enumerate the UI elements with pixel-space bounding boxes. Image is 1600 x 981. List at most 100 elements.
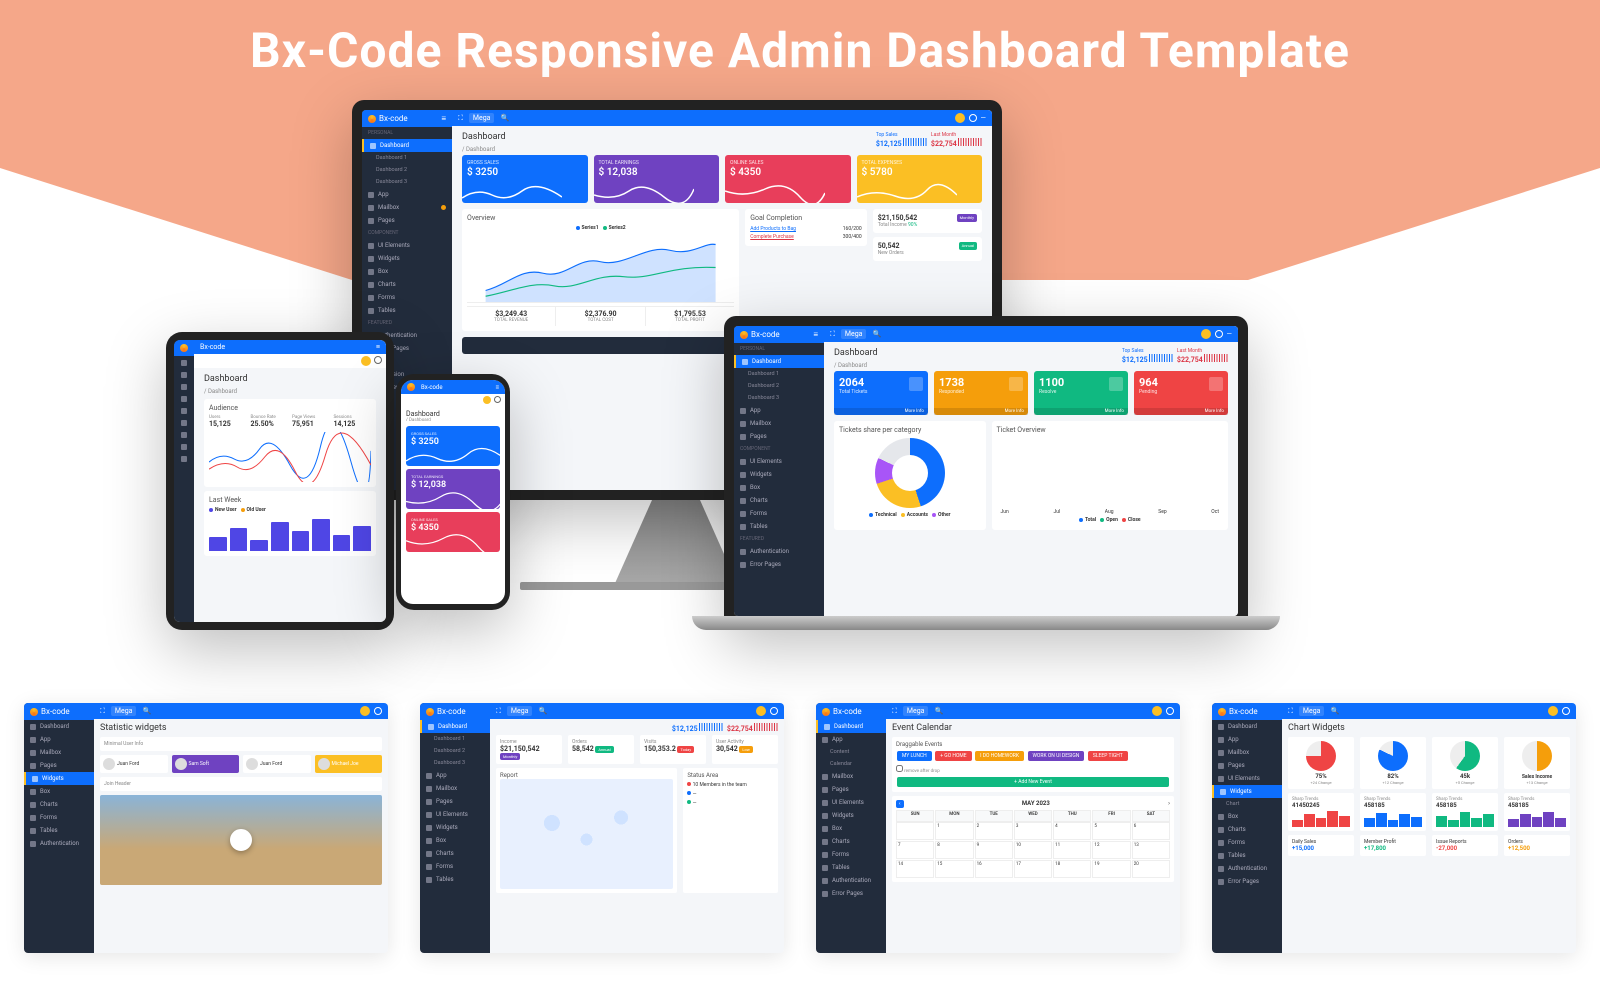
bar-chart [997,437,1223,507]
nav-section-personal: PERSONAL [362,127,452,139]
event-tag[interactable]: I DO HOMEWORK [975,751,1024,761]
add-event-button[interactable]: + Add New Event [897,777,1169,787]
nav-dash2[interactable]: Dashboard 2 [362,164,452,176]
form-icon [368,295,374,301]
card-exp[interactable]: TOTAL EXPENSES$ 5780 [857,155,983,203]
brand-text: Bx-code [379,114,408,123]
tix-resolve[interactable]: 1100ResolveMore Info [1034,371,1128,415]
search-icon[interactable]: 🔍 [1330,707,1339,715]
laptop-device: Bx-code≡ PERSONAL Dashboard Dashboard 1 … [724,316,1248,626]
nav-forms[interactable]: Forms [362,291,452,304]
brand-logo-icon [368,115,376,123]
brand[interactable]: Bx-code ≡ [362,110,452,127]
radial-row: 75%+24 Change 82%+12 Change 45k+5 Change… [1288,737,1570,793]
event-tag[interactable]: SLEEP TIGHT [1088,751,1128,761]
remove-checkbox[interactable] [896,765,903,772]
event-tag[interactable]: WORK ON UI DESIGN [1028,751,1085,761]
world-map[interactable] [500,779,673,889]
overview-chart [467,233,734,303]
minimize-icon[interactable]: — [981,114,986,122]
income-panel: $21,150,542Monthly Total Income 90% [873,209,982,233]
dashboard2-ui: Bx-code≡ PERSONAL Dashboard Dashboard 1 … [734,326,1238,616]
overview-panel: Overview Series1Series2 $3,249.43TOTAL R… [462,209,739,331]
search-icon[interactable]: 🔍 [934,707,943,715]
donut-legend: TechnicalAccountsOther [839,512,981,518]
badge-dot [441,205,446,210]
annual-badge[interactable]: Annual [959,242,977,250]
nav-widgets[interactable]: Widgets [362,252,452,265]
page-title: Dashboard [834,348,878,358]
search-icon[interactable]: 🔍 [500,114,509,122]
tix-resp[interactable]: 1738RespondedMore Info [934,371,1028,415]
nav-pages[interactable]: Pages [362,214,452,227]
lastweek-panel: Last Week New UserOld User [204,491,376,556]
gear-icon[interactable] [969,114,977,122]
card-online[interactable]: ONLINE SALES$ 4350 [406,512,500,552]
next-button[interactable]: › [1168,800,1170,808]
event-tag[interactable]: MY LUNCH [897,751,932,761]
hero-image [100,795,382,885]
thumb-icon [1109,377,1123,391]
event-tag[interactable]: + GO HOME [935,751,971,761]
avatar[interactable] [483,396,491,404]
tix-total[interactable]: 2064Total TicketsMore Info [834,371,928,415]
avatar[interactable] [955,113,965,123]
thumb-report: Bx-codeDashboardDashboard 1Dashboard 2Da… [420,703,784,953]
nav-charts[interactable]: Charts [362,278,452,291]
box-icon [368,269,374,275]
nav-mailbox[interactable]: Mailbox [362,201,452,214]
gear-icon[interactable] [494,396,501,403]
clock-icon [1209,377,1223,391]
page-icon [368,218,374,224]
mega-menu[interactable]: Mega [469,113,495,123]
prev-button[interactable]: ‹ [896,800,904,808]
menu-icon[interactable]: ≡ [813,330,818,339]
nav-dash3[interactable]: Dashboard 3 [362,176,452,188]
gear-icon[interactable] [374,356,382,364]
report-panel: Report [496,768,677,893]
page-title: Statistic widgets [100,723,382,733]
brand[interactable]: Bx-code≡ [734,326,824,343]
card-earn[interactable]: TOTAL EARNINGS$ 12,038 [594,155,720,203]
nav-tables[interactable]: Tables [362,304,452,317]
mega-menu[interactable]: Mega [841,329,867,339]
card-earn[interactable]: TOTAL EARNINGS$ 12,038 [406,469,500,509]
card-gross[interactable]: GROSS SALES$ 3250 [406,426,500,466]
nav-dash1[interactable]: Dashboard 1 [362,152,452,164]
tix-pending[interactable]: 964PendingMore Info [1134,371,1228,415]
nav-app[interactable]: App [362,188,452,201]
nav-section-component: COMPONENT [362,227,452,239]
nav-dashboard[interactable]: Dashboard [734,355,824,368]
page-title: Chart Widgets [1288,723,1570,733]
overview-title: Overview [467,214,734,222]
avatar-icon [103,758,115,770]
avatar[interactable] [361,356,371,366]
card-gross[interactable]: GROSS SALES$ 3250 [462,155,588,203]
widget-icon [368,256,374,262]
nav-box[interactable]: Box [362,265,452,278]
laptop-base [692,616,1280,630]
gear-icon[interactable] [1215,330,1223,338]
card-online[interactable]: ONLINE SALES$ 4350 [725,155,851,203]
search-icon[interactable]: 🔍 [872,330,881,338]
search-icon[interactable]: 🔍 [142,707,151,715]
breadcrumb: / Dashboard [462,146,506,153]
monthly-badge[interactable]: Monthly [957,214,977,222]
menu-icon[interactable]: ≡ [495,384,499,391]
avatar[interactable] [1201,329,1211,339]
nav-ui[interactable]: UI Elements [362,239,452,252]
page-title: Dashboard [406,410,500,418]
brand-logo-icon [740,331,748,339]
profile-avatar[interactable] [230,829,252,851]
menu-icon[interactable]: ≡ [376,343,380,351]
status-panel: Status Area 10 Members in the team — — [683,768,778,893]
audience-panel: Audience Users15,125 Bounce Rate25.50% P… [204,399,376,487]
phone-device: Bx-code≡ Dashboard / Dashboard GROSS SAL… [396,374,510,610]
menu-icon[interactable]: ≡ [441,114,446,123]
expand-icon[interactable]: ⛶ [830,330,835,339]
expand-icon[interactable]: ⛶ [458,114,463,123]
dash-icon[interactable] [181,360,187,366]
nav-dashboard[interactable]: Dashboard [362,139,452,152]
search-icon[interactable]: 🔍 [538,707,547,715]
brand-logo-icon [407,383,415,391]
